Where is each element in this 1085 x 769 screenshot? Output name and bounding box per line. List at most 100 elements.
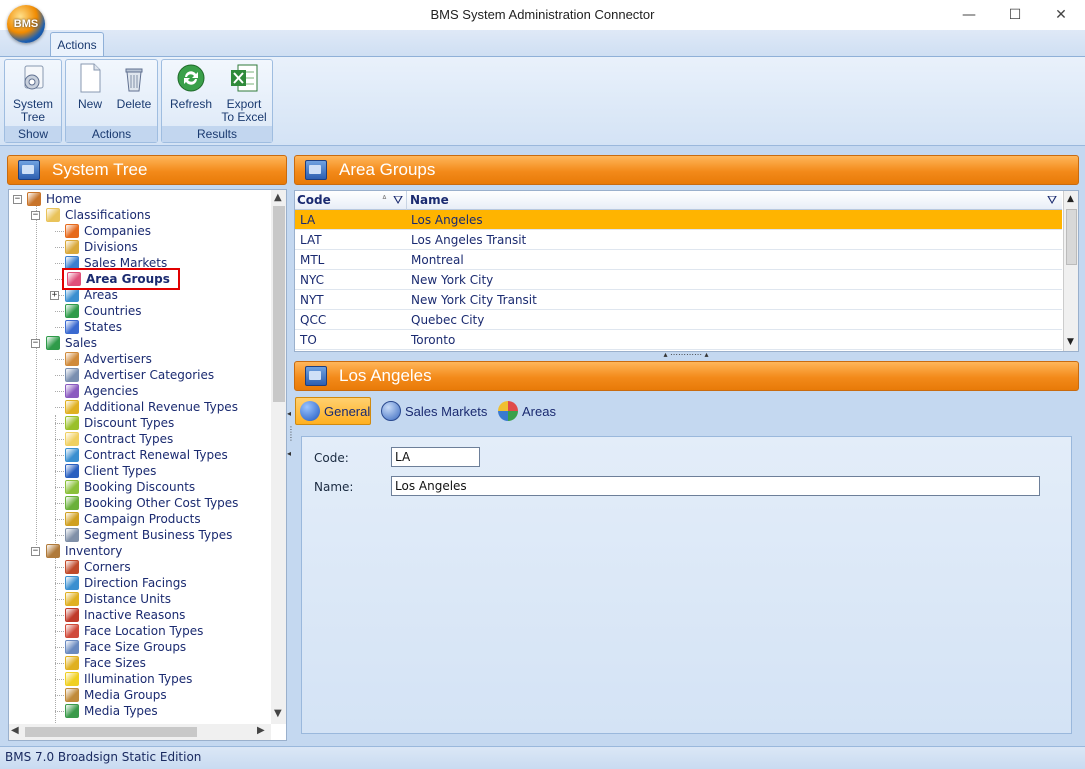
minimize-button[interactable]: — [946, 0, 992, 30]
name-cell: Quebec City [411, 313, 485, 327]
tree-node-distance-units[interactable]: Distance Units [65, 591, 171, 607]
new-button[interactable]: New [70, 62, 110, 111]
folder-icon [18, 160, 40, 180]
column-header-name[interactable]: Name ⛛ [406, 191, 1062, 210]
tree-node-label: Booking Discounts [84, 480, 196, 494]
tree-node-campaign-products[interactable]: Campaign Products [65, 511, 201, 527]
tree-node-label: Companies [84, 224, 151, 238]
scroll-down-icon[interactable]: ▼ [1067, 337, 1074, 347]
ribbon-tab-strip [0, 30, 1085, 56]
tree-node-home[interactable]: Home [27, 191, 81, 207]
scroll-left-icon[interactable]: ◀ [11, 725, 19, 736]
tree-node-area-groups[interactable]: Area Groups [62, 268, 180, 290]
tree-node-classifications[interactable]: Classifications [46, 207, 151, 223]
table-row[interactable]: NYT New York City Transit [295, 290, 1062, 310]
group-label-results: Results [162, 126, 272, 142]
expand-icon[interactable]: + [50, 291, 59, 300]
tree-node-face-size-groups[interactable]: Face Size Groups [65, 639, 186, 655]
tree-node-agencies[interactable]: Agencies [65, 383, 138, 399]
tree-node-countries[interactable]: Countries [65, 303, 142, 319]
tree-node-advertiser-categories[interactable]: Advertiser Categories [65, 367, 214, 383]
tree-vertical-scrollbar[interactable]: ▲ ▼ [271, 190, 286, 724]
filter-icon[interactable]: ⛛ [393, 191, 403, 210]
tree-node-booking-discounts[interactable]: Booking Discounts [65, 479, 195, 495]
client-icon [65, 464, 79, 478]
tab-actions[interactable]: Actions [50, 32, 104, 56]
filter-icon[interactable]: ⛛ [1047, 191, 1057, 210]
tab-sales-markets[interactable]: Sales Markets [381, 397, 487, 425]
scroll-up-icon[interactable]: ▲ [274, 192, 282, 203]
export-to-excel-button[interactable]: Export To Excel [218, 62, 270, 124]
system-tree: − Home − Classifications Companies Divisions S… [8, 189, 287, 741]
grid-scroll-thumb[interactable] [1066, 209, 1077, 265]
app-logo[interactable]: BMS [7, 5, 45, 43]
collapse-icon[interactable]: − [31, 211, 40, 220]
tree-node-sales[interactable]: Sales [46, 335, 97, 351]
tree-node-contract-types[interactable]: Contract Types [65, 431, 173, 447]
tree-node-additional-revenue-types[interactable]: Additional Revenue Types [65, 399, 238, 415]
tree-node-label: Face Location Types [84, 624, 204, 638]
tree-node-label: Face Sizes [84, 656, 146, 670]
tree-node-corners[interactable]: Corners [65, 559, 131, 575]
tree-guide-line [36, 205, 37, 545]
scroll-down-icon[interactable]: ▼ [274, 708, 282, 719]
sort-icon: ᐞ [382, 195, 387, 205]
renew-icon [65, 448, 79, 462]
tree-node-label: Countries [84, 304, 142, 318]
horizontal-splitter[interactable]: ▴ ⋯⋯⋯⋯ ▴ [650, 351, 722, 359]
code-cell: LA [300, 213, 316, 227]
tree-node-contract-renewal-types[interactable]: Contract Renewal Types [65, 447, 228, 463]
collapse-icon[interactable]: − [31, 339, 40, 348]
table-row[interactable]: TO Toronto [295, 330, 1062, 350]
tree-horizontal-scrollbar[interactable]: ◀ ▶ [9, 724, 271, 740]
collapse-icon[interactable]: − [31, 547, 40, 556]
tree-node-states[interactable]: States [65, 319, 122, 335]
tree-node-advertisers[interactable]: Advertisers [65, 351, 152, 367]
tree-node-discount-types[interactable]: Discount Types [65, 415, 174, 431]
tree-hscroll-thumb[interactable] [25, 727, 197, 737]
system-tree-button[interactable]: System Tree [8, 62, 58, 124]
name-field[interactable]: Los Angeles [391, 476, 1040, 496]
area-groups-icon [67, 272, 81, 286]
scroll-up-icon[interactable]: ▲ [1067, 194, 1074, 204]
table-row[interactable]: QCC Quebec City [295, 310, 1062, 330]
tab-areas[interactable]: Areas [498, 397, 556, 425]
table-row[interactable]: NYC New York City [295, 270, 1062, 290]
maximize-button[interactable]: ☐ [992, 0, 1038, 30]
scroll-right-icon[interactable]: ▶ [257, 725, 265, 736]
collapse-icon[interactable]: − [13, 195, 22, 204]
tree-node-face-sizes[interactable]: Face Sizes [65, 655, 146, 671]
tree-node-inactive-reasons[interactable]: Inactive Reasons [65, 607, 185, 623]
table-row[interactable]: MTL Montreal [295, 250, 1062, 270]
name-cell: Los Angeles Transit [411, 233, 527, 247]
table-row[interactable]: LAT Los Angeles Transit [295, 230, 1062, 250]
tree-node-client-types[interactable]: Client Types [65, 463, 156, 479]
ribbon-group-results: Refresh Export To Excel Results [161, 59, 273, 143]
size-icon [65, 656, 79, 670]
tree-node-direction-facings[interactable]: Direction Facings [65, 575, 187, 591]
refresh-button[interactable]: Refresh [166, 62, 216, 111]
table-row[interactable]: LA Los Angeles [295, 210, 1062, 230]
tree-node-illumination-types[interactable]: Illumination Types [65, 671, 192, 687]
tree-node-label: Contract Types [84, 432, 174, 446]
close-button[interactable]: ✕ [1038, 0, 1084, 30]
grid-vertical-scrollbar[interactable]: ▲ ▼ [1063, 191, 1078, 351]
code-field[interactable]: LA [391, 447, 480, 467]
document-icon [65, 432, 79, 446]
tree-node-segment-business-types[interactable]: Segment Business Types [65, 527, 232, 543]
tree-node-face-location-types[interactable]: Face Location Types [65, 623, 203, 639]
tab-general-content[interactable]: General [300, 397, 370, 425]
tree-node-companies[interactable]: Companies [65, 223, 151, 239]
code-cell: MTL [300, 253, 325, 267]
tree-node-inventory[interactable]: Inventory [46, 543, 122, 559]
tab-sales-markets-label: Sales Markets [405, 403, 488, 419]
tree-node-divisions[interactable]: Divisions [65, 239, 138, 255]
delete-button[interactable]: Delete [112, 62, 156, 111]
column-header-code[interactable]: Code ᐞ ⛛ [295, 191, 406, 210]
export-label-2: To Excel [221, 110, 267, 124]
tree-node-booking-other-cost-types[interactable]: Booking Other Cost Types [65, 495, 238, 511]
splitter-handle[interactable]: ◂ ⋮ ⋮ ◂ [287, 410, 295, 480]
tree-scroll-thumb[interactable] [273, 206, 285, 402]
tree-node-media-groups[interactable]: Media Groups [65, 687, 167, 703]
tree-node-media-types[interactable]: Media Types [65, 703, 158, 719]
